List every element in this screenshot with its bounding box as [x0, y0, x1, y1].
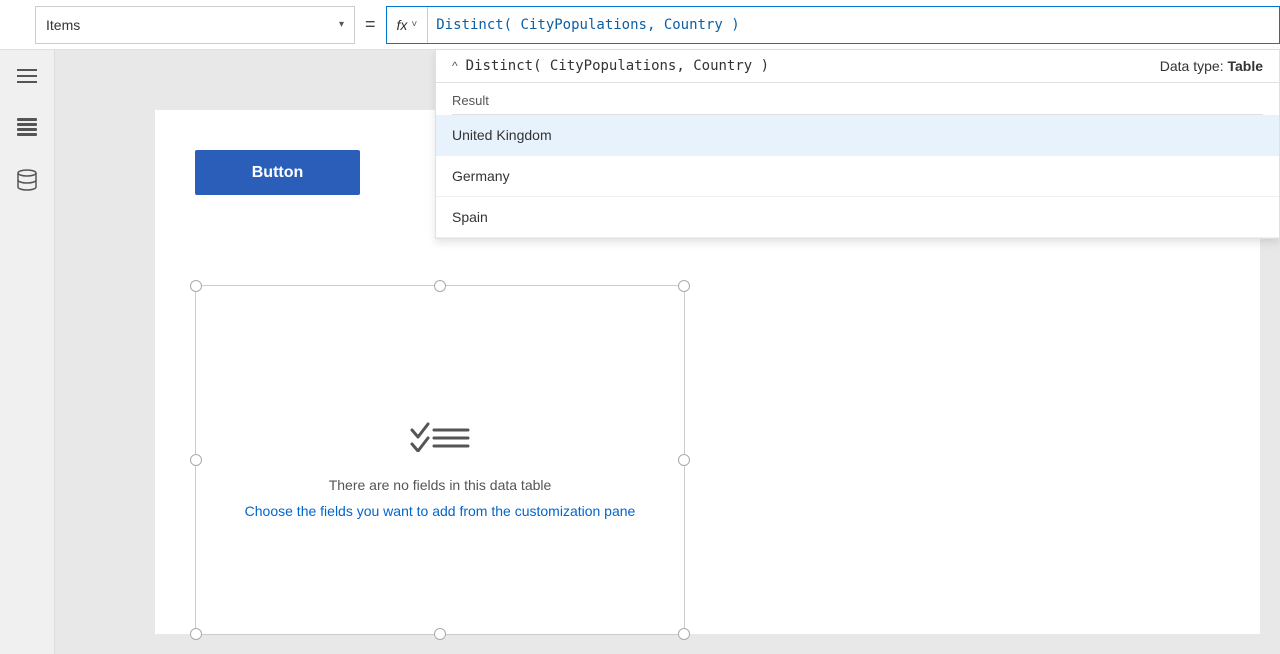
- empty-state: There are no fields in this data table C…: [196, 286, 684, 634]
- gallery-widget[interactable]: There are no fields in this data table C…: [195, 285, 685, 635]
- autocomplete-item-germany[interactable]: Germany: [436, 156, 1279, 197]
- handle-mr[interactable]: [678, 454, 690, 466]
- autocomplete-dropdown: ^ Distinct( CityPopulations, Country ) D…: [435, 50, 1280, 239]
- menu-icon[interactable]: [11, 60, 43, 92]
- autocomplete-header: ^ Distinct( CityPopulations, Country ) D…: [436, 50, 1279, 83]
- empty-state-icon: [410, 402, 470, 462]
- data-type-value: Table: [1227, 58, 1263, 74]
- handle-bl[interactable]: [190, 628, 202, 640]
- handle-tl[interactable]: [190, 280, 202, 292]
- fx-chevron: ˅: [411, 19, 417, 30]
- empty-state-text: There are no fields in this data table: [329, 477, 552, 493]
- handle-tc[interactable]: [434, 280, 446, 292]
- empty-state-link[interactable]: Choose the fields you want to add from t…: [245, 503, 636, 519]
- autocomplete-item-uk[interactable]: United Kingdom: [436, 115, 1279, 156]
- fx-label: fx: [397, 17, 408, 33]
- collapse-icon[interactable]: ^: [452, 59, 458, 73]
- items-dropdown-label: Items: [46, 17, 339, 33]
- layers-icon[interactable]: [11, 112, 43, 144]
- top-bar: Items ▾ = fx ˅ ^ Distinct( CityPopulatio…: [0, 0, 1280, 50]
- button-widget[interactable]: Button: [195, 150, 360, 195]
- handle-br[interactable]: [678, 628, 690, 640]
- items-dropdown-chevron: ▾: [339, 19, 344, 30]
- autocomplete-item-spain[interactable]: Spain: [436, 197, 1279, 238]
- formula-bar: fx ˅: [386, 6, 1280, 44]
- data-type-label: Data type: Table: [1160, 58, 1263, 74]
- handle-tr[interactable]: [678, 280, 690, 292]
- autocomplete-formula-text: Distinct( CityPopulations, Country ): [466, 58, 1140, 74]
- equals-sign: =: [365, 14, 376, 35]
- handle-ml[interactable]: [190, 454, 202, 466]
- handle-bc[interactable]: [434, 628, 446, 640]
- fx-button[interactable]: fx ˅: [387, 7, 429, 43]
- formula-input[interactable]: [428, 17, 1279, 33]
- sidebar: [0, 50, 55, 654]
- autocomplete-section-header: Result: [436, 83, 1279, 114]
- database-icon[interactable]: [11, 164, 43, 196]
- items-dropdown[interactable]: Items ▾: [35, 6, 355, 44]
